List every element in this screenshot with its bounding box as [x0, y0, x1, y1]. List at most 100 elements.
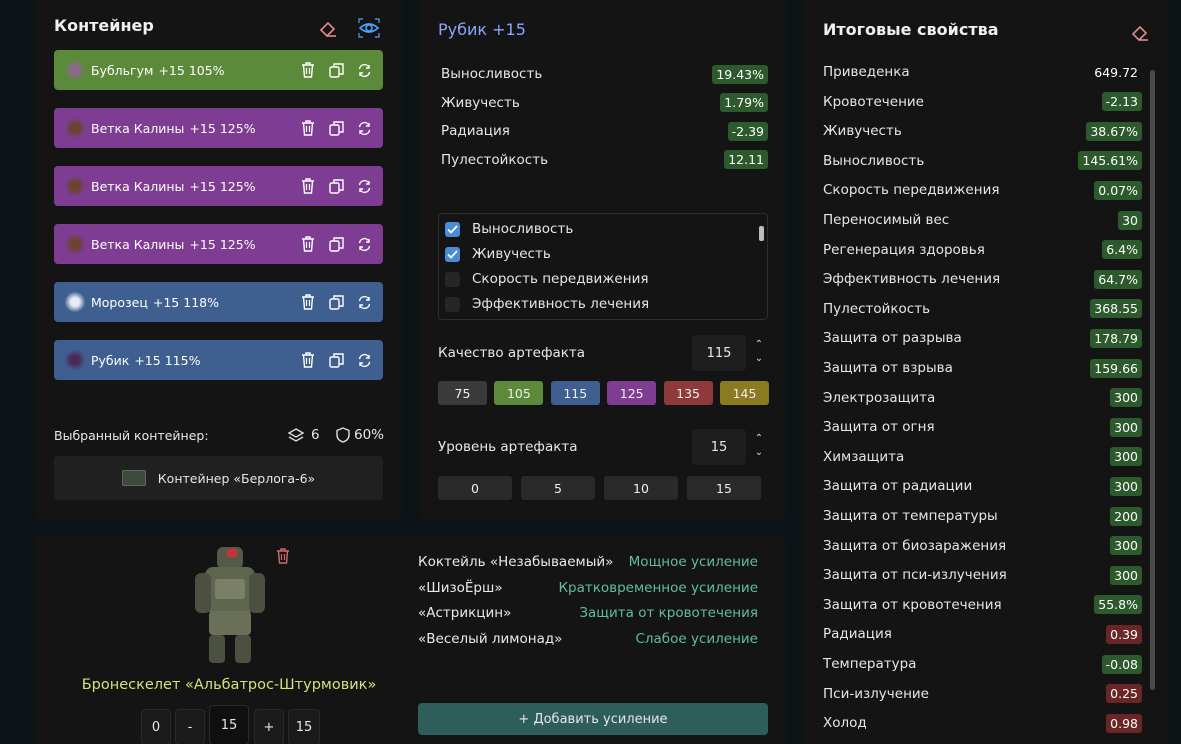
quality-preset-button[interactable]: 115: [550, 381, 600, 405]
artifact-stat-row: Радиация -2.39: [441, 120, 768, 142]
container-artifact-row[interactable]: Ветка Калины +15 125%: [54, 108, 383, 148]
total-stat-name: Радиация: [823, 626, 892, 643]
stat-filter-item[interactable]: Скорость передвижения: [445, 271, 648, 287]
total-stat-row: Живучесть 38.67%: [823, 120, 1142, 142]
copy-icon[interactable]: [327, 119, 345, 137]
copy-icon[interactable]: [327, 177, 345, 195]
swap-icon[interactable]: [355, 119, 373, 137]
total-stat-row: Кровотечение -2.13: [823, 91, 1142, 113]
armor-level-minus[interactable]: -: [175, 709, 205, 744]
total-stat-value: 178.79: [1090, 328, 1142, 348]
boost-row[interactable]: «ШизоЁрш» Кратковременное усиление: [418, 580, 758, 600]
level-increment[interactable]: ⌃: [753, 432, 765, 446]
checkbox-label: Выносливость: [472, 221, 574, 237]
total-stat-value: -0.08: [1101, 654, 1142, 674]
total-stat-value: 649.72: [1094, 64, 1138, 80]
copy-icon[interactable]: [327, 61, 345, 79]
copy-icon[interactable]: [327, 293, 345, 311]
artifact-name: Морозец: [91, 294, 148, 310]
artifact-quality: 125%: [219, 178, 256, 194]
trash-icon[interactable]: [299, 119, 317, 137]
total-stat-value: 6.4%: [1102, 240, 1142, 260]
level-label: Уровень артефакта: [438, 439, 578, 455]
armor-level-max[interactable]: 15: [288, 709, 320, 744]
total-stat-value: 300: [1110, 417, 1142, 437]
total-stat-row: Защита от температуры 200: [823, 505, 1142, 527]
eraser-icon[interactable]: [317, 17, 339, 39]
checklist-scrollbar[interactable]: [759, 226, 764, 241]
checkbox[interactable]: [445, 246, 460, 262]
artifact-thumbnail: [65, 292, 85, 312]
artifact-thumbnail: [65, 118, 85, 138]
totals-scrollbar[interactable]: [1150, 70, 1155, 690]
quality-preset-button[interactable]: 105: [494, 381, 544, 405]
total-stat-row: Радиация 0.39: [823, 623, 1142, 645]
totals-panel: Итоговые свойства Приведенка 649.72 Кровот…: [803, 0, 1169, 744]
total-stat-row: Электрозащита 300: [823, 387, 1142, 409]
container-name: Контейнер «Берлога-6»: [157, 470, 316, 486]
boost-row[interactable]: «Астрикцин» Защита от кровотечения: [418, 605, 758, 625]
trash-icon[interactable]: [299, 61, 317, 79]
total-stat-value: 38.67%: [1086, 121, 1142, 141]
boost-row[interactable]: Коктейль «Незабываемый» Мощное усиление: [418, 554, 758, 574]
container-artifact-row[interactable]: Ветка Калины +15 125%: [54, 166, 383, 206]
copy-icon[interactable]: [327, 351, 345, 369]
total-stat-value: 300: [1110, 388, 1142, 408]
checkbox[interactable]: [445, 296, 460, 312]
total-stat-name: Пулестойкость: [823, 300, 931, 317]
stat-filter-item[interactable]: Эффективность лечения: [445, 296, 649, 312]
total-stat-name: Защита от радиации: [823, 478, 973, 495]
quality-decrement[interactable]: ⌄: [753, 352, 765, 366]
stat-filter-item[interactable]: Выносливость: [445, 221, 573, 237]
total-stat-name: Электрозащита: [823, 389, 936, 406]
level-preset-button[interactable]: 0: [438, 476, 512, 500]
level-preset-button[interactable]: 10: [604, 476, 678, 500]
container-artifact-row[interactable]: Бубльгум +15 105%: [54, 50, 383, 90]
stat-filter-item[interactable]: Живучесть: [445, 246, 551, 262]
artifact-name: Рубик: [91, 352, 130, 368]
armor-level-min[interactable]: 0: [141, 709, 171, 744]
boost-row[interactable]: «Веселый лимонад» Слабое усиление: [418, 631, 758, 651]
trash-icon[interactable]: [275, 547, 291, 565]
quality-increment[interactable]: ⌃: [753, 338, 765, 352]
container-artifact-row[interactable]: Рубик +15 115%: [54, 340, 383, 380]
quality-preset-button[interactable]: 135: [663, 381, 713, 405]
container-artifact-row[interactable]: Морозец +15 118%: [54, 282, 383, 322]
eye-icon[interactable]: [357, 17, 381, 39]
boost-name: «ШизоЁрш»: [418, 579, 503, 596]
total-stat-value: 300: [1110, 536, 1142, 556]
swap-icon[interactable]: [355, 235, 373, 253]
quality-preset-button[interactable]: 75: [438, 381, 487, 405]
swap-icon[interactable]: [355, 351, 373, 369]
armor-level-plus[interactable]: +: [254, 709, 284, 744]
quality-preset-button[interactable]: 125: [607, 381, 657, 405]
trash-icon[interactable]: [299, 177, 317, 195]
swap-icon[interactable]: [355, 293, 373, 311]
total-stat-row: Переносимый вес 30: [823, 209, 1142, 231]
checkbox-label: Живучесть: [472, 246, 551, 262]
checkbox[interactable]: [445, 271, 460, 287]
trash-icon[interactable]: [299, 351, 317, 369]
container-artifact-row[interactable]: Ветка Калины +15 125%: [54, 224, 383, 264]
level-preset-button[interactable]: 5: [521, 476, 595, 500]
level-preset-button[interactable]: 15: [687, 476, 761, 500]
level-input[interactable]: 15: [692, 429, 746, 465]
armor-level-input[interactable]: 15: [209, 705, 249, 744]
swap-icon[interactable]: [355, 61, 373, 79]
trash-icon[interactable]: [299, 293, 317, 311]
artifact-actions: [299, 166, 373, 206]
artifact-name: Ветка Калины: [91, 236, 185, 252]
container-select-button[interactable]: Контейнер «Берлога-6»: [54, 456, 383, 500]
copy-icon[interactable]: [327, 235, 345, 253]
checkbox[interactable]: [445, 221, 460, 237]
total-stat-value: 0.07%: [1094, 180, 1142, 200]
level-decrement[interactable]: ⌄: [753, 446, 765, 460]
trash-icon[interactable]: [299, 235, 317, 253]
swap-icon[interactable]: [355, 177, 373, 195]
quality-input[interactable]: 115: [692, 335, 746, 371]
total-stat-row: Защита от взрыва 159.66: [823, 357, 1142, 379]
quality-preset-button[interactable]: 145: [720, 381, 769, 405]
add-boost-button[interactable]: + Добавить усиление: [418, 703, 768, 735]
eraser-icon[interactable]: [1129, 21, 1151, 43]
artifact-level: +15: [189, 120, 216, 136]
